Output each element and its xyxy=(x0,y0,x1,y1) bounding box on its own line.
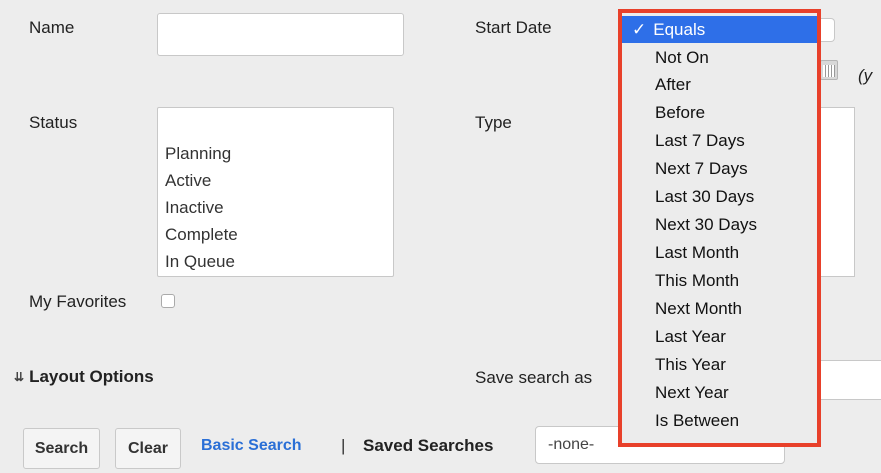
save-search-input[interactable] xyxy=(820,360,881,400)
layout-options-toggle[interactable]: ⇊ Layout Options xyxy=(14,367,154,387)
status-option[interactable]: Complete xyxy=(165,221,393,248)
status-option[interactable]: Inactive xyxy=(165,194,393,221)
status-listbox[interactable]: Planning Active Inactive Complete In Que… xyxy=(157,107,394,277)
date-operator-option[interactable]: Next 30 Days xyxy=(622,211,817,238)
date-operator-option[interactable]: After xyxy=(622,71,817,98)
saved-searches-value: -none- xyxy=(548,436,595,453)
date-operator-option[interactable]: Last Year xyxy=(622,323,817,350)
basic-search-link[interactable]: Basic Search xyxy=(201,437,302,455)
date-format-hint: (y xyxy=(858,66,873,85)
search-button[interactable]: Search xyxy=(23,428,100,469)
type-listbox[interactable] xyxy=(815,107,855,277)
date-operator-option[interactable]: Last Month xyxy=(622,239,817,266)
clear-button[interactable]: Clear xyxy=(115,428,181,469)
date-operator-option[interactable]: Before xyxy=(622,99,817,126)
date-operator-option[interactable]: This Month xyxy=(622,267,817,294)
saved-searches-label: Saved Searches xyxy=(363,436,494,455)
date-operator-option[interactable]: Next Month xyxy=(622,295,817,322)
layout-options-label: Layout Options xyxy=(29,367,154,386)
date-operator-option[interactable]: This Year xyxy=(622,351,817,378)
status-label: Status xyxy=(29,113,78,132)
my-favorites-checkbox[interactable] xyxy=(161,294,175,308)
name-label: Name xyxy=(29,18,75,37)
save-search-label: Save search as xyxy=(475,368,593,387)
date-operator-option-equals[interactable]: ✓ Equals xyxy=(622,16,817,43)
status-option[interactable]: Active xyxy=(165,167,393,194)
date-operator-dropdown[interactable]: ✓ Equals Not On After Before Last 7 Days … xyxy=(618,9,821,447)
my-favorites-label: My Favorites xyxy=(29,292,127,311)
type-label: Type xyxy=(475,113,512,132)
start-date-label: Start Date xyxy=(475,18,552,37)
status-option[interactable]: Planning xyxy=(165,140,393,167)
double-chevron-down-icon: ⇊ xyxy=(14,370,25,384)
date-operator-option[interactable]: Next 7 Days xyxy=(622,155,817,182)
separator: | xyxy=(341,436,346,455)
checkmark-icon: ✓ xyxy=(632,20,647,39)
name-input[interactable] xyxy=(157,13,404,56)
date-operator-option[interactable]: Next Year xyxy=(622,379,817,406)
calendar-icon[interactable] xyxy=(820,60,838,80)
status-option[interactable]: In Queue xyxy=(165,248,393,275)
date-operator-option[interactable]: Is Between xyxy=(622,407,817,434)
date-operator-option[interactable]: Last 30 Days xyxy=(622,183,817,210)
date-operator-option[interactable]: Last 7 Days xyxy=(622,127,817,154)
date-operator-option[interactable]: Not On xyxy=(622,44,817,71)
start-date-operator-select-edge[interactable] xyxy=(821,18,835,42)
